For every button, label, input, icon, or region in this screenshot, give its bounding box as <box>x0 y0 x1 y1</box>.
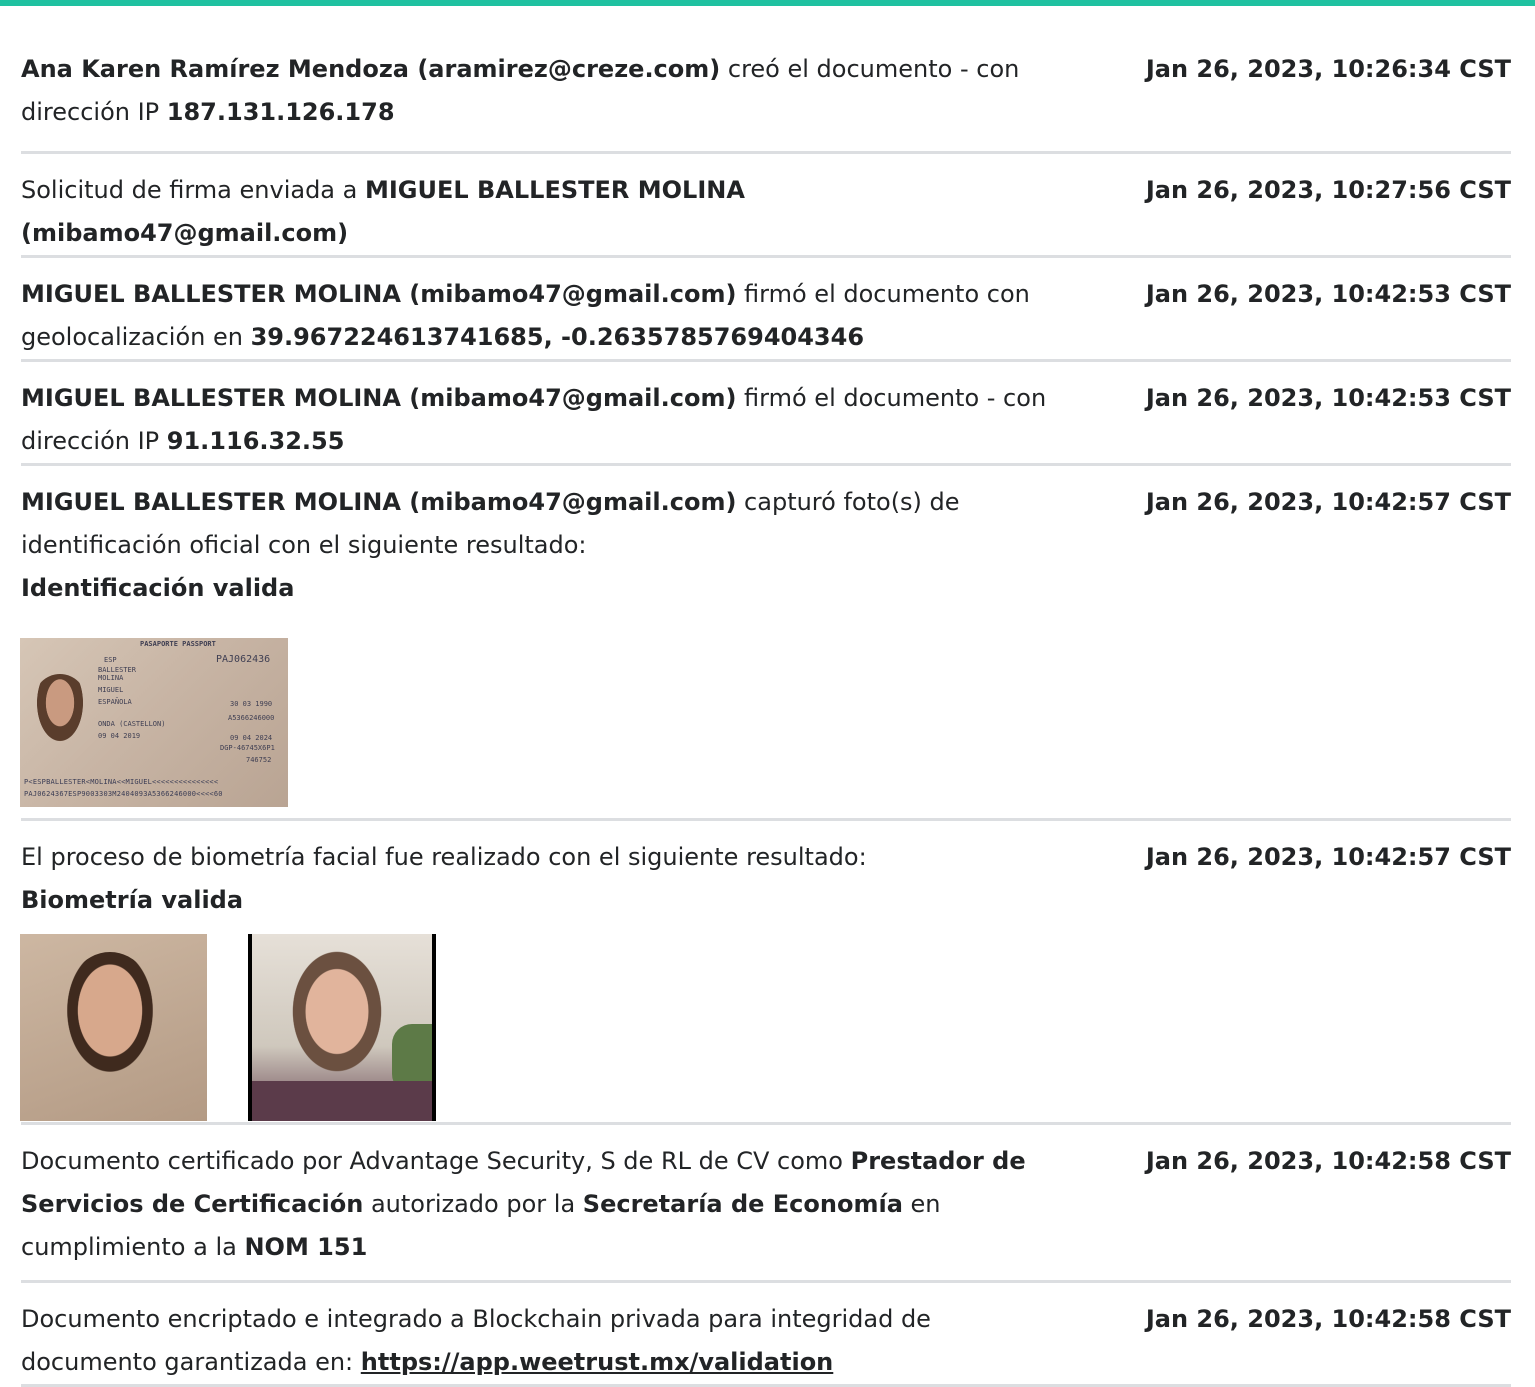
passport-photo: PASAPORTE PASSPORT ESP PAJ062436 BALLEST… <box>20 638 288 807</box>
emphasis-text: Identificación valida <box>21 574 295 602</box>
face-head <box>60 952 160 1082</box>
event-timestamp: Jan 26, 2023, 10:42:58 CST <box>1145 1305 1511 1333</box>
event-row: Solicitud de firma enviada a MIGUEL BALL… <box>21 154 1511 258</box>
event-timestamp: Jan 26, 2023, 10:42:53 CST <box>1145 384 1511 412</box>
emphasis-text: Ana Karen Ramírez Mendoza (aramirez@crez… <box>21 55 721 83</box>
passport-surname2: MOLINA <box>98 674 124 682</box>
passport-id-number: A5366246000 <box>228 714 275 722</box>
accent-top-bar <box>0 0 1535 6</box>
event-row: Documento encriptado e integrado a Block… <box>21 1283 1511 1387</box>
audit-trail: Ana Karen Ramírez Mendoza (aramirez@crez… <box>20 48 1511 1387</box>
event-row: El proceso de biometría facial fue reali… <box>20 821 1511 1125</box>
event-row: Ana Karen Ramírez Mendoza (aramirez@crez… <box>21 48 1511 154</box>
passport-code: ESP <box>104 656 117 664</box>
emphasis-text: NOM 151 <box>244 1233 368 1261</box>
passport-authority: DGP-46745X6P1 <box>220 744 275 752</box>
event-description: MIGUEL BALLESTER MOLINA (mibamo47@gmail.… <box>21 377 1071 463</box>
description-text: Solicitud de firma enviada a <box>21 176 365 204</box>
event-description: Ana Karen Ramírez Mendoza (aramirez@crez… <box>21 48 1071 134</box>
event-description: MIGUEL BALLESTER MOLINA (mibamo47@gmail.… <box>21 481 1071 610</box>
emphasis-text: Biometría valida <box>21 886 244 914</box>
passport-birth-date: 30 03 1990 <box>230 700 273 708</box>
emphasis-text: 39.967224613741685, -0.2635785769404346 <box>250 323 865 351</box>
event-timestamp: Jan 26, 2023, 10:42:57 CST <box>1145 488 1511 516</box>
description-text: autorizado por la <box>363 1190 583 1218</box>
event-row: Documento certificado por Advantage Secu… <box>21 1125 1511 1283</box>
event-timestamp: Jan 26, 2023, 10:42:57 CST <box>1145 843 1511 871</box>
passport-name: MIGUEL <box>98 686 124 694</box>
event-timestamp: Jan 26, 2023, 10:27:56 CST <box>1145 176 1511 204</box>
description-text: Documento certificado por Advantage Secu… <box>21 1147 851 1175</box>
event-row: MIGUEL BALLESTER MOLINA (mibamo47@gmail.… <box>21 258 1511 362</box>
emphasis-text: 187.131.126.178 <box>166 98 395 126</box>
passport-face <box>34 674 86 746</box>
passport-mrz-line2: PAJ0624367ESP9003303M2404093A5366246000<… <box>24 790 223 798</box>
emphasis-text: MIGUEL BALLESTER MOLINA (mibamo47@gmail.… <box>21 280 737 308</box>
passport-mrz-line1: P<ESPBALLESTER<MOLINA<<MIGUEL<<<<<<<<<<<… <box>24 778 219 786</box>
id-face-photo <box>20 934 207 1121</box>
emphasis-text: Secretaría de Economía <box>582 1190 903 1218</box>
shirt <box>252 1081 432 1121</box>
description-text: El proceso de biometría facial fue reali… <box>21 843 867 871</box>
event-timestamp: Jan 26, 2023, 10:26:34 CST <box>1145 55 1511 83</box>
event-description: Documento certificado por Advantage Secu… <box>21 1140 1071 1269</box>
emphasis-text: MIGUEL BALLESTER MOLINA (mibamo47@gmail.… <box>21 488 737 516</box>
event-timestamp: Jan 26, 2023, 10:42:53 CST <box>1145 280 1511 308</box>
event-description: Solicitud de firma enviada a MIGUEL BALL… <box>21 169 1071 255</box>
passport-surname1: BALLESTER <box>98 666 136 674</box>
event-description: Documento encriptado e integrado a Block… <box>21 1298 1071 1384</box>
emphasis-text: MIGUEL BALLESTER MOLINA (mibamo47@gmail.… <box>21 384 737 412</box>
event-row: MIGUEL BALLESTER MOLINA (mibamo47@gmail.… <box>20 466 1511 821</box>
validation-link[interactable]: https://app.weetrust.mx/validation <box>361 1348 834 1376</box>
face-head <box>287 944 387 1079</box>
passport-issue-date: 09 04 2019 <box>98 732 141 740</box>
passport-header: PASAPORTE PASSPORT <box>140 640 216 648</box>
passport-nationality: ESPAÑOLA <box>98 698 132 706</box>
passport-expiry-date: 09 04 2024 <box>230 734 273 742</box>
emphasis-text: 91.116.32.55 <box>166 427 345 455</box>
passport-birthplace: ONDA (CASTELLON) <box>98 720 166 728</box>
passport-office: 746752 <box>246 756 272 764</box>
event-description: El proceso de biometría facial fue reali… <box>21 836 1071 922</box>
event-row: MIGUEL BALLESTER MOLINA (mibamo47@gmail.… <box>21 362 1511 466</box>
event-description: MIGUEL BALLESTER MOLINA (mibamo47@gmail.… <box>21 273 1071 359</box>
selfie-photo <box>248 934 436 1121</box>
event-timestamp: Jan 26, 2023, 10:42:58 CST <box>1145 1147 1511 1175</box>
passport-number: PAJ062436 <box>216 654 271 665</box>
